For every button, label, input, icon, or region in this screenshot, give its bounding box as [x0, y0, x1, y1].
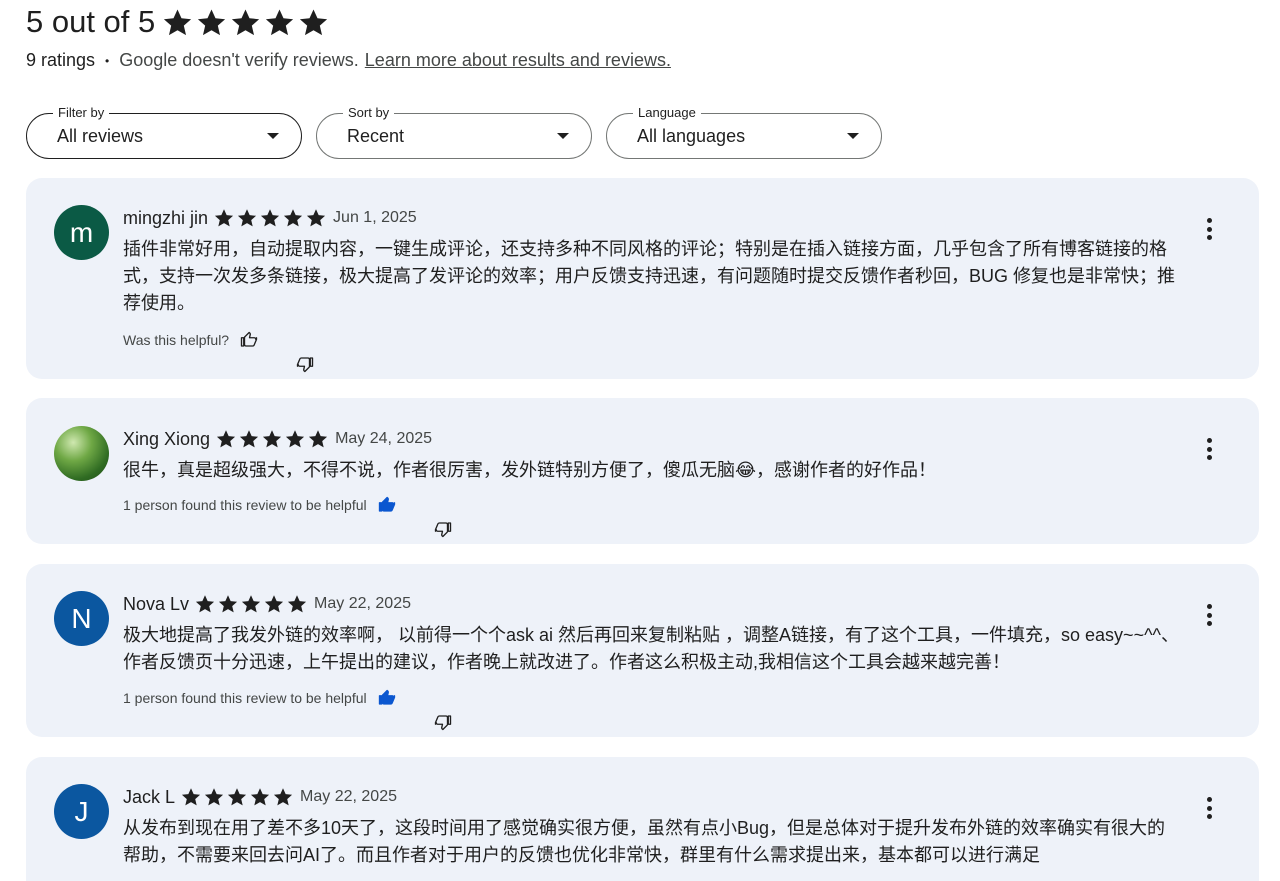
avatar: m	[54, 205, 109, 260]
rating-heading: 5 out of 5	[26, 2, 671, 42]
thumbs-down-icon[interactable]	[271, 330, 314, 373]
filter-bar: Filter by All reviews Sort by Recent Lan…	[26, 105, 882, 159]
star-icon	[214, 209, 234, 227]
avatar: N	[54, 591, 109, 646]
review-card: J Jack L May 22, 2025 从发布到现在用了差不多10天了，这段…	[26, 757, 1259, 881]
star-icon	[306, 209, 326, 227]
review-card: Xing Xiong May 24, 2025 很牛，真是超级强大，不得不说，作…	[26, 398, 1259, 544]
rating-text: 5 out of 5	[26, 4, 156, 39]
review-stars	[194, 593, 308, 615]
review-card: N Nova Lv May 22, 2025 极大地提高了我发外链的效率啊， 以…	[26, 564, 1259, 737]
review-card: m mingzhi jin Jun 1, 2025 插件非常好用，自动提取内容，…	[26, 178, 1259, 379]
star-icon	[195, 595, 215, 613]
reviewer-name: Nova Lv	[123, 593, 190, 614]
star-icon	[198, 8, 226, 35]
star-icon	[232, 8, 260, 35]
thumbs-up-icon[interactable]	[239, 330, 259, 350]
review-text: 插件非常好用，自动提取内容，一键生成评论，还支持多种不同风格的评论；特别是在插入…	[123, 239, 1176, 313]
caret-down-icon	[267, 133, 279, 139]
more-options-icon[interactable]	[1199, 797, 1219, 819]
review-text: 很牛，真是超级强大，不得不说，作者很厉害，发外链特别方便了，傻瓜无脑😂，感谢作者…	[123, 460, 937, 480]
more-options-icon[interactable]	[1199, 218, 1219, 240]
rating-meta: 9 ratings • Google doesn't verify review…	[26, 50, 671, 71]
review-text: 极大地提高了我发外链的效率啊， 以前得一个个ask ai 然后再回来复制粘贴 ，…	[123, 625, 1179, 672]
star-icon	[309, 430, 328, 448]
star-icon	[283, 209, 303, 227]
star-icon	[240, 430, 259, 448]
thumbs-down-icon[interactable]	[409, 688, 451, 731]
review-header: Nova Lv May 22, 2025	[123, 593, 411, 615]
reviewer-name: Xing Xiong	[123, 428, 211, 449]
star-icon	[241, 595, 261, 613]
helpful-row: Was this helpful?	[123, 330, 314, 373]
star-icon	[217, 430, 236, 448]
helpful-row: 1 person found this review to be helpful	[123, 495, 451, 538]
helpful-text: 1 person found this review to be helpful	[123, 497, 367, 513]
star-icon	[273, 788, 293, 806]
more-options-icon[interactable]	[1199, 438, 1219, 460]
helpful-text: Was this helpful?	[123, 332, 230, 348]
review-header: Jack L May 22, 2025	[123, 786, 397, 808]
star-icon	[264, 595, 284, 613]
language-dropdown[interactable]: Language All languages	[606, 105, 882, 159]
language-value: All languages	[637, 125, 746, 146]
avatar-initial: N	[71, 602, 92, 634]
ratings-count: 9 ratings	[26, 50, 96, 70]
star-icon	[287, 595, 307, 613]
star-icon	[237, 209, 257, 227]
star-icon	[260, 209, 280, 227]
review-stars	[215, 428, 329, 450]
helpful-text: 1 person found this review to be helpful	[123, 690, 367, 706]
avatar: J	[54, 784, 109, 839]
review-text: 从发布到现在用了差不多10天了，这段时间用了感觉确实很方便，虽然有点小Bug，但…	[123, 818, 1166, 865]
sort-by-value: Recent	[347, 125, 405, 146]
reviewer-name: Jack L	[123, 786, 176, 807]
thumbs-up-icon[interactable]	[377, 688, 397, 708]
thumbs-down-icon[interactable]	[409, 495, 451, 538]
review-date: May 22, 2025	[300, 788, 397, 805]
reviewer-name: mingzhi jin	[123, 207, 209, 228]
avatar	[54, 426, 109, 481]
caret-down-icon	[557, 133, 569, 139]
language-label: Language	[633, 105, 701, 121]
learn-more-link[interactable]: Learn more about results and reviews.	[365, 50, 671, 71]
review-header: mingzhi jin Jun 1, 2025	[123, 207, 417, 229]
sort-by-dropdown[interactable]: Sort by Recent	[316, 105, 592, 159]
summary-stars	[161, 6, 330, 39]
star-icon	[227, 788, 247, 806]
separator-dot: •	[105, 53, 110, 68]
avatar-initial: J	[74, 795, 89, 827]
star-icon	[286, 430, 305, 448]
star-icon	[218, 595, 238, 613]
star-icon	[300, 8, 328, 35]
filter-by-dropdown[interactable]: Filter by All reviews	[26, 105, 302, 159]
star-icon	[263, 430, 282, 448]
more-options-icon[interactable]	[1199, 604, 1219, 626]
caret-down-icon	[847, 133, 859, 139]
avatar-initial: m	[69, 216, 94, 248]
star-icon	[181, 788, 201, 806]
review-header: Xing Xiong May 24, 2025	[123, 428, 432, 450]
helpful-row: 1 person found this review to be helpful	[123, 688, 451, 731]
review-stars	[180, 786, 294, 808]
sort-by-label: Sort by	[343, 105, 395, 121]
star-icon	[164, 8, 192, 35]
review-date: Jun 1, 2025	[333, 209, 417, 226]
review-date: May 24, 2025	[335, 430, 433, 447]
rating-summary: 5 out of 5 9 ratings • Google doesn't ve…	[26, 2, 671, 71]
filter-by-value: All reviews	[57, 125, 144, 146]
star-icon	[266, 8, 294, 35]
disclaimer-text: Google doesn't verify reviews.	[119, 50, 359, 70]
star-icon	[250, 788, 270, 806]
star-icon	[204, 788, 224, 806]
thumbs-up-icon[interactable]	[377, 495, 397, 515]
filter-by-label: Filter by	[53, 105, 110, 121]
review-stars	[213, 207, 327, 229]
review-date: May 22, 2025	[314, 595, 411, 612]
